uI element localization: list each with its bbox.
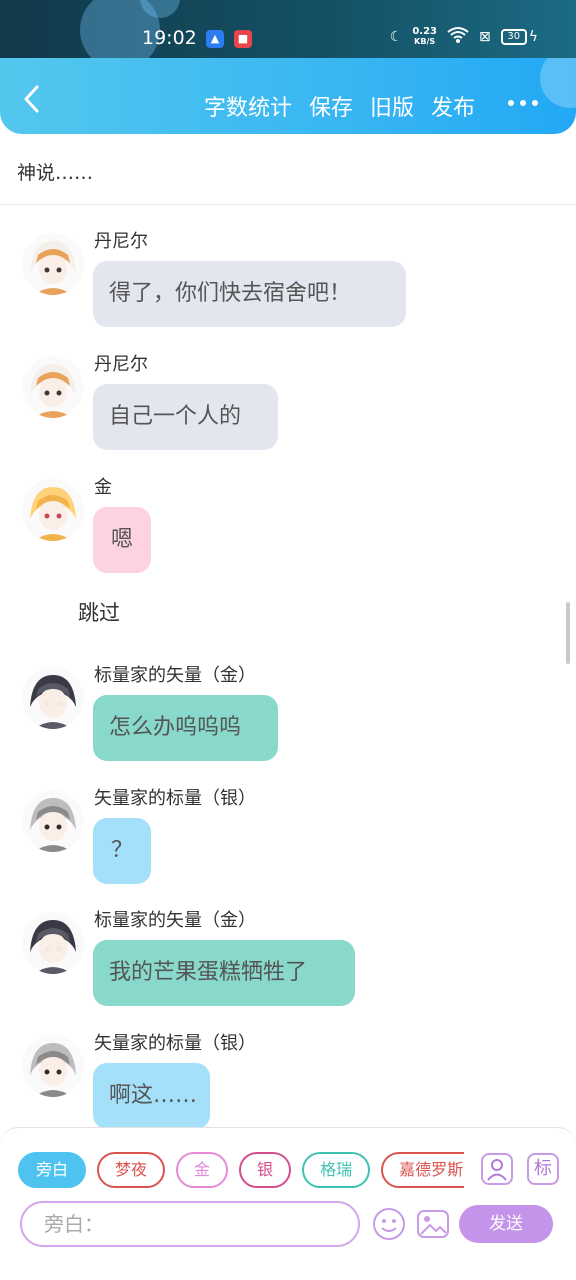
message-bubble[interactable]: 我的芒果蛋糕牺牲了 [93,940,355,1006]
sender-name: 标量家的矢量（金） [94,910,256,931]
message-bubble[interactable]: 嗯 [93,507,151,573]
app-root: 19:02 ▲ ■ ☾ 0.23 KB/S ⊠ 30 ϟ 字数统计 保存 旧版 … [0,0,576,1280]
avatar[interactable] [22,356,84,418]
sender-name: 丹尼尔 [94,231,148,252]
save-button[interactable]: 保存 [309,90,353,122]
person-card-icon[interactable] [481,1153,513,1185]
message-bubble[interactable]: 得了，你们快去宿舍吧！ [93,261,406,327]
status-time: 19:02 [142,27,197,49]
avatar[interactable] [22,790,84,852]
editor-header: 字数统计 保存 旧版 发布 [0,58,576,134]
sender-name: 金 [94,477,112,498]
sender-name: 丹尼尔 [94,354,148,375]
role-chip[interactable]: 嘉德罗斯 [381,1152,464,1188]
more-options-button[interactable] [508,100,538,106]
image-icon[interactable] [416,1207,450,1241]
role-chip[interactable]: 银 [239,1152,292,1188]
word-count-button[interactable]: 字数统计 [204,90,292,122]
role-chip[interactable]: 格瑞 [302,1152,371,1188]
sim-icon: ⊠ [479,29,491,45]
network-speed: 0.23 KB/S [412,27,437,47]
send-button[interactable]: 发送 [459,1205,553,1243]
network-speed-value: 0.23 [412,26,438,37]
narration-text: 跳过 [78,601,120,625]
publish-button[interactable]: 发布 [431,90,475,122]
status-right-group: ☾ 0.23 KB/S ⊠ 30 ϟ [390,26,538,48]
moon-icon: ☾ [389,29,403,45]
avatar[interactable] [22,233,84,295]
role-chip-row[interactable]: 旁白 梦夜金银格瑞 嘉德罗斯 [18,1152,464,1190]
message-bubble[interactable]: 啊这…… [93,1063,210,1127]
tag-button[interactable]: 标 [527,1153,559,1185]
message-bubble[interactable]: 怎么办呜呜呜 [93,695,278,761]
header-actions: 字数统计 保存 旧版 发布 [204,90,475,122]
chat-list[interactable]: 丹尼尔 得了，你们快去宿舍吧！ 丹尼尔 自己一个人的金嗯跳过 标量家的矢量（金） 怎么办呜… [0,205,576,1127]
charging-icon: ϟ [528,29,538,45]
role-chip[interactable]: 金 [176,1152,229,1188]
emoji-icon[interactable] [372,1207,406,1241]
decor-bubble [540,58,576,108]
scrollbar[interactable] [566,602,570,664]
nav-strip [0,1252,576,1280]
network-speed-unit: KB/S [414,37,436,46]
role-chip[interactable]: 旁白 [18,1152,87,1188]
story-title: 神说…… [17,162,94,184]
old-version-button[interactable]: 旧版 [370,90,414,122]
message-bubble[interactable]: 自己一个人的 [93,384,278,450]
android-app-icon: ▲ [206,30,224,48]
sender-name: 标量家的矢量（金） [94,665,256,686]
battery-indicator: 30 [500,29,527,45]
avatar[interactable] [22,1035,84,1097]
message-input[interactable]: 旁白： [20,1201,360,1247]
avatar[interactable] [22,667,84,729]
role-chip[interactable]: 梦夜 [97,1152,166,1188]
avatar[interactable] [22,912,84,974]
sender-name: 矢量家的标量（银） [94,788,256,809]
wifi-icon [447,26,469,48]
sender-name: 矢量家的标量（银） [94,1033,256,1054]
avatar[interactable] [22,479,84,541]
chevron-left-icon [24,85,39,113]
video-app-icon: ■ [234,30,252,48]
message-bubble[interactable]: ？ [93,818,151,884]
back-button[interactable] [18,84,48,114]
